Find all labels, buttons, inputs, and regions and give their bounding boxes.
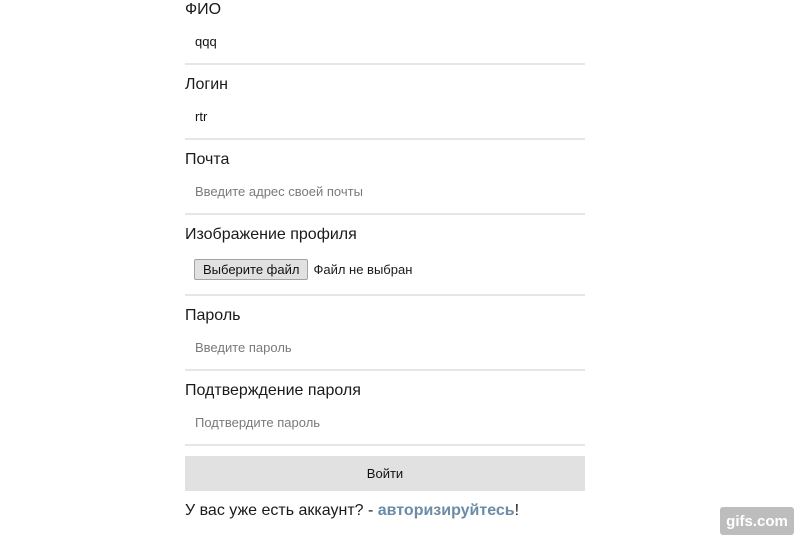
avatar-file-picker: Выберите файл Файл не выбран — [185, 245, 585, 296]
registration-form: ФИО Логин Почта Изображение профиля Выбе… — [185, 0, 585, 537]
password-confirm-label: Подтверждение пароля — [185, 382, 361, 399]
password-confirm-input[interactable] — [185, 401, 585, 446]
fio-label: ФИО — [185, 1, 222, 18]
login-prompt-prefix: У вас уже есть аккаунт? - — [185, 502, 378, 519]
password-input[interactable] — [185, 326, 585, 371]
email-input[interactable] — [185, 170, 585, 215]
watermark-text: gifs.com — [726, 512, 788, 530]
email-label: Почта — [185, 151, 230, 168]
login-prompt: У вас уже есть аккаунт? - авторизируйтес… — [185, 501, 585, 521]
watermark-logo: gifs.com — [720, 507, 794, 535]
login-label: Логин — [185, 76, 229, 93]
login-prompt-suffix: ! — [514, 502, 520, 519]
avatar-label: Изображение профиля — [185, 226, 357, 243]
login-input[interactable] — [185, 95, 585, 140]
registration-page: ФИО Логин Почта Изображение профиля Выбе… — [0, 0, 800, 540]
fio-input[interactable] — [185, 20, 585, 65]
file-status-text: Файл не выбран — [313, 262, 413, 277]
password-label: Пароль — [185, 307, 241, 324]
login-link[interactable]: авторизируйтесь — [378, 502, 515, 519]
choose-file-button[interactable]: Выберите файл — [194, 259, 309, 280]
submit-button[interactable]: Войти — [185, 456, 585, 491]
